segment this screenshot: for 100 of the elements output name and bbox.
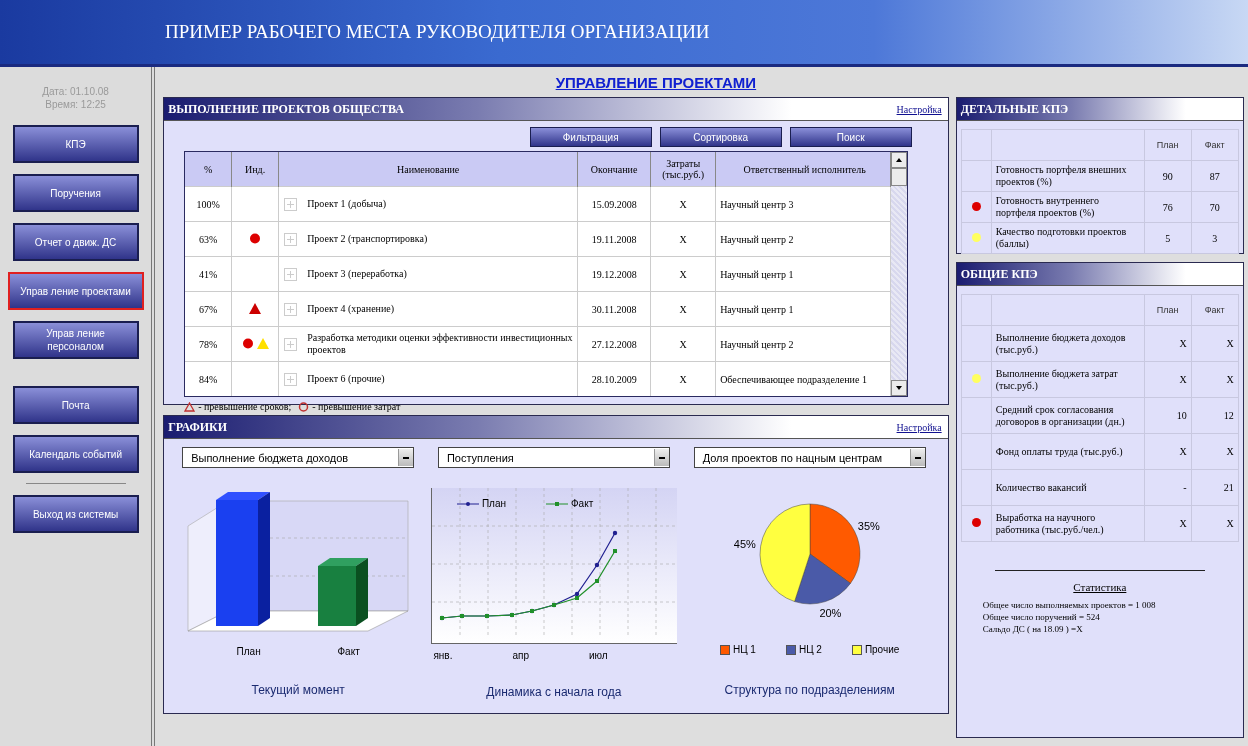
table-cell: 63% [185,221,232,257]
panel-title: ВЫПОЛНЕНИЕ ПРОЕКТОВ ОБЩЕСТВА [168,101,404,117]
data-label: 20% [819,606,842,619]
column-header[interactable]: Наименование [278,152,578,187]
legend-text: - превышение сроков; [198,401,292,412]
table-cell: Выполнение бюджета доходов (тыс.руб.) [991,325,1145,362]
table-cell: Выработка на научного работника (тыс.руб./чел.) [991,505,1145,542]
legend-text: НЦ 1 [732,644,756,655]
scrollbar[interactable] [891,152,908,396]
column-header: Факт [1191,129,1239,161]
nav-button[interactable]: КПЭ [12,125,139,163]
table-cell: 10 [1144,397,1192,434]
scroll-down-button[interactable] [891,380,908,396]
column-header[interactable]: Инд. [231,152,279,187]
table-cell: Научный центр 2 [715,326,891,362]
expand-icon[interactable] [284,197,298,211]
toolbar-button[interactable]: Сортировка [659,127,782,147]
date-label: Дата: 01.10.08 [42,85,109,98]
nav-button[interactable]: Поручения [12,174,139,212]
table-cell: X [1191,433,1239,470]
scroll-thumb[interactable] [891,168,908,186]
table-cell: 67% [185,291,232,327]
expand-icon[interactable] [284,337,298,351]
page-header-title: ПРИМЕР РАБОЧЕГО МЕСТА РУКОВОДИТЕЛЯ ОРГАНИЗАЦИИ [165,21,710,43]
expand-icon[interactable] [284,302,298,316]
triangle-outline-icon [184,401,196,412]
column-header: План [1144,129,1192,161]
table-cell: 12 [1191,397,1239,434]
table-cell: 27.12.2008 [577,326,651,362]
chart-caption: Текущий момент [251,683,345,697]
nav-button[interactable]: Отчет о движ. ДС [12,223,139,261]
table-cell: X [1191,361,1239,398]
table-cell: 41% [185,256,232,292]
table-cell: 70 [1191,191,1239,223]
circle-outline-icon [298,401,310,412]
table-cell: Проект 4 (хранение) [307,303,395,315]
chart-caption: Структура по подразделениям [724,683,895,697]
table-cell: 100% [185,186,232,222]
column-header: Факт [1191,294,1239,326]
expand-icon[interactable] [284,372,298,386]
table-cell: X [1144,325,1192,362]
table-cell: X [650,256,716,292]
page-title-link[interactable]: УПРАВЛЕНИЕ ПРОЕКТАМИ [555,73,757,91]
table-cell: Научный центр 3 [715,186,891,222]
chart-caption: Динамика с начала года [486,685,622,699]
dropdown[interactable]: Поступления [437,447,670,468]
axis-label: янв. [433,650,453,661]
legend-text: Прочие [864,644,900,655]
scroll-up-button[interactable] [891,152,908,168]
table-cell: X [1144,361,1192,398]
nav-button[interactable]: Календаль событий [12,435,139,473]
table-cell: X [1191,325,1239,362]
fact-legend-icon [546,500,568,507]
settings-link[interactable]: Настройка [896,421,942,433]
table-cell: - [1144,469,1192,506]
table-cell: 87 [1191,160,1239,192]
axis-label: Факт [337,646,360,657]
table-cell: Проект 2 (транспортировка) [307,233,428,245]
table-cell: X [650,291,716,327]
statistics-line: Сальдо ДС ( на 18.09 ) =X [981,623,1083,635]
table-cell: 15.09.2008 [577,186,651,222]
expand-icon[interactable] [284,232,298,246]
data-label: 35% [857,519,880,532]
table-cell: Научный центр 1 [715,256,891,292]
table-cell: X [650,186,716,222]
nav-button[interactable]: Управ ление проектами [7,272,144,310]
dropdown[interactable]: Выполнение бюджета доходов [182,447,415,468]
table-cell: 84% [185,361,232,396]
table-cell: X [650,221,716,257]
dropdown[interactable]: Доля проектов по нацным центрам [693,447,926,468]
table-cell-text: Разработка методики оценки эффективности инвестиционных проектов [307,332,574,356]
legend-text: Факт [571,498,594,509]
nav-button[interactable]: Почта [12,386,139,424]
column-header[interactable]: Затраты (тыс.руб.) [650,152,716,187]
column-header[interactable]: Окончание [577,152,651,187]
toolbar-button[interactable]: Поиск [789,127,912,147]
settings-link[interactable]: Настройка [896,103,942,115]
table-cell: Проект 3 (переработка) [307,268,407,280]
statistics-line: Общее число поручений = 524 [981,611,1100,623]
expand-icon[interactable] [284,267,298,281]
statistics-title: Статистика [1073,581,1127,593]
nav-button[interactable]: Выход из системы [12,495,139,533]
statistics-line: Общее число выполняемых проектов = 1 008 [981,599,1156,611]
column-header[interactable]: % [185,152,232,187]
table-cell: Средний срок согласования договоров в организации (дн.) [991,397,1145,434]
panel-title: ДЕТАЛЬНЫЕ КПЭ [960,101,1069,117]
column-header[interactable]: Ответственный исполнитель [715,152,891,187]
table-cell: Готовность портфеля внешних проектов (%) [991,160,1145,192]
table-cell: 19.11.2008 [577,221,651,257]
table-cell: X [1191,505,1239,542]
table-cell: 78% [185,326,232,362]
table-cell: Выполнение бюджета затрат (тыс.руб.) [991,361,1145,398]
column-header: План [1144,294,1192,326]
toolbar-button[interactable]: Фильтрация [529,127,652,147]
table-cell: Качество подготовки проектов (баллы) [991,222,1145,254]
nav-button[interactable]: Управ ление персоналом [12,321,139,359]
legend-text: - превышение затрат [312,401,401,412]
table-cell: Научный центр 2 [715,221,891,257]
table-cell: X [1144,505,1192,542]
table-cell: Фонд оплаты труда (тыс.руб.) [991,433,1145,470]
